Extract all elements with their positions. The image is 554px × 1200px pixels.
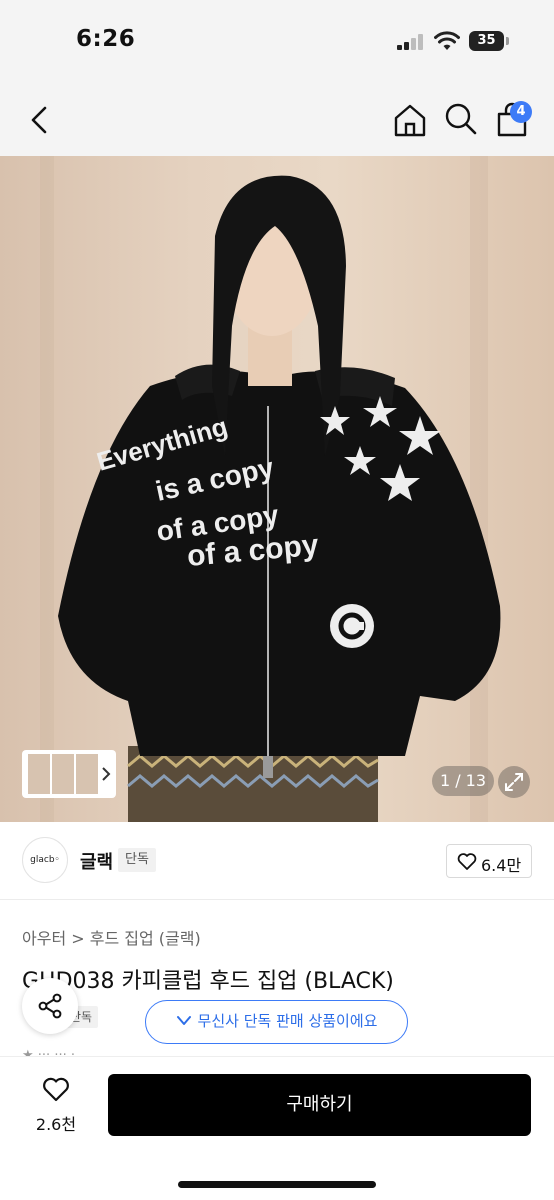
breadcrumb[interactable]: 아우터 > 후드 집업 (글랙): [22, 925, 201, 949]
rating-row: ★ ··· ··· ·: [22, 1048, 75, 1056]
expand-icon[interactable]: [498, 766, 530, 798]
chevron-right-icon: [102, 767, 111, 781]
home-icon[interactable]: [392, 102, 428, 138]
product-image[interactable]: Everything is a copy of a copy of a copy: [0, 156, 554, 822]
buy-button[interactable]: 구매하기: [108, 1074, 531, 1136]
battery-icon: 35: [469, 31, 509, 51]
brand-like-button[interactable]: 6.4만: [446, 844, 532, 878]
exclusive-banner-text: 무신사 단독 판매 상품이에요: [197, 1012, 378, 1030]
heart-icon: [457, 853, 477, 870]
brand-logo[interactable]: glacb◦: [22, 837, 68, 883]
back-icon[interactable]: [26, 104, 54, 136]
cart-badge: 4: [510, 101, 532, 123]
image-counter: 1 / 13: [432, 766, 494, 796]
battery-level: 35: [477, 33, 496, 48]
wifi-icon: [434, 31, 460, 50]
brand-like-count: 6.4만: [481, 856, 522, 875]
wishlist-button[interactable]: 2.6천: [22, 1071, 90, 1141]
product-photo: Everything is a copy of a copy of a copy: [40, 156, 501, 822]
share-button[interactable]: [22, 978, 78, 1034]
thumbnail-image[interactable]: [52, 754, 74, 794]
home-indicator: [178, 1181, 376, 1188]
top-nav-bar: [0, 84, 554, 156]
heart-icon: [43, 1077, 69, 1102]
thumbnail-strip[interactable]: [22, 750, 116, 798]
share-icon: [38, 993, 62, 1019]
status-time: 6:26: [76, 26, 136, 52]
thumbnail-image[interactable]: [28, 754, 50, 794]
brand-row[interactable]: glacb◦ 글랙 단독 6.4만: [0, 822, 554, 900]
wishlist-count: 2.6천: [35, 1115, 77, 1134]
bottom-purchase-bar: 2.6천 구매하기: [0, 1056, 554, 1200]
product-title: GHD038 카피클럽 후드 집업 (BLACK): [22, 969, 394, 994]
check-icon: [176, 1016, 191, 1025]
status-bar: 6:26 35: [0, 0, 554, 84]
brand-name[interactable]: 글랙: [80, 848, 113, 874]
signal-icon: [397, 34, 423, 50]
search-icon[interactable]: [444, 102, 478, 136]
exclusive-badge: 단독: [118, 848, 156, 872]
exclusive-banner[interactable]: 무신사 단독 판매 상품이에요: [145, 1000, 408, 1044]
thumbnail-image[interactable]: [76, 754, 98, 794]
